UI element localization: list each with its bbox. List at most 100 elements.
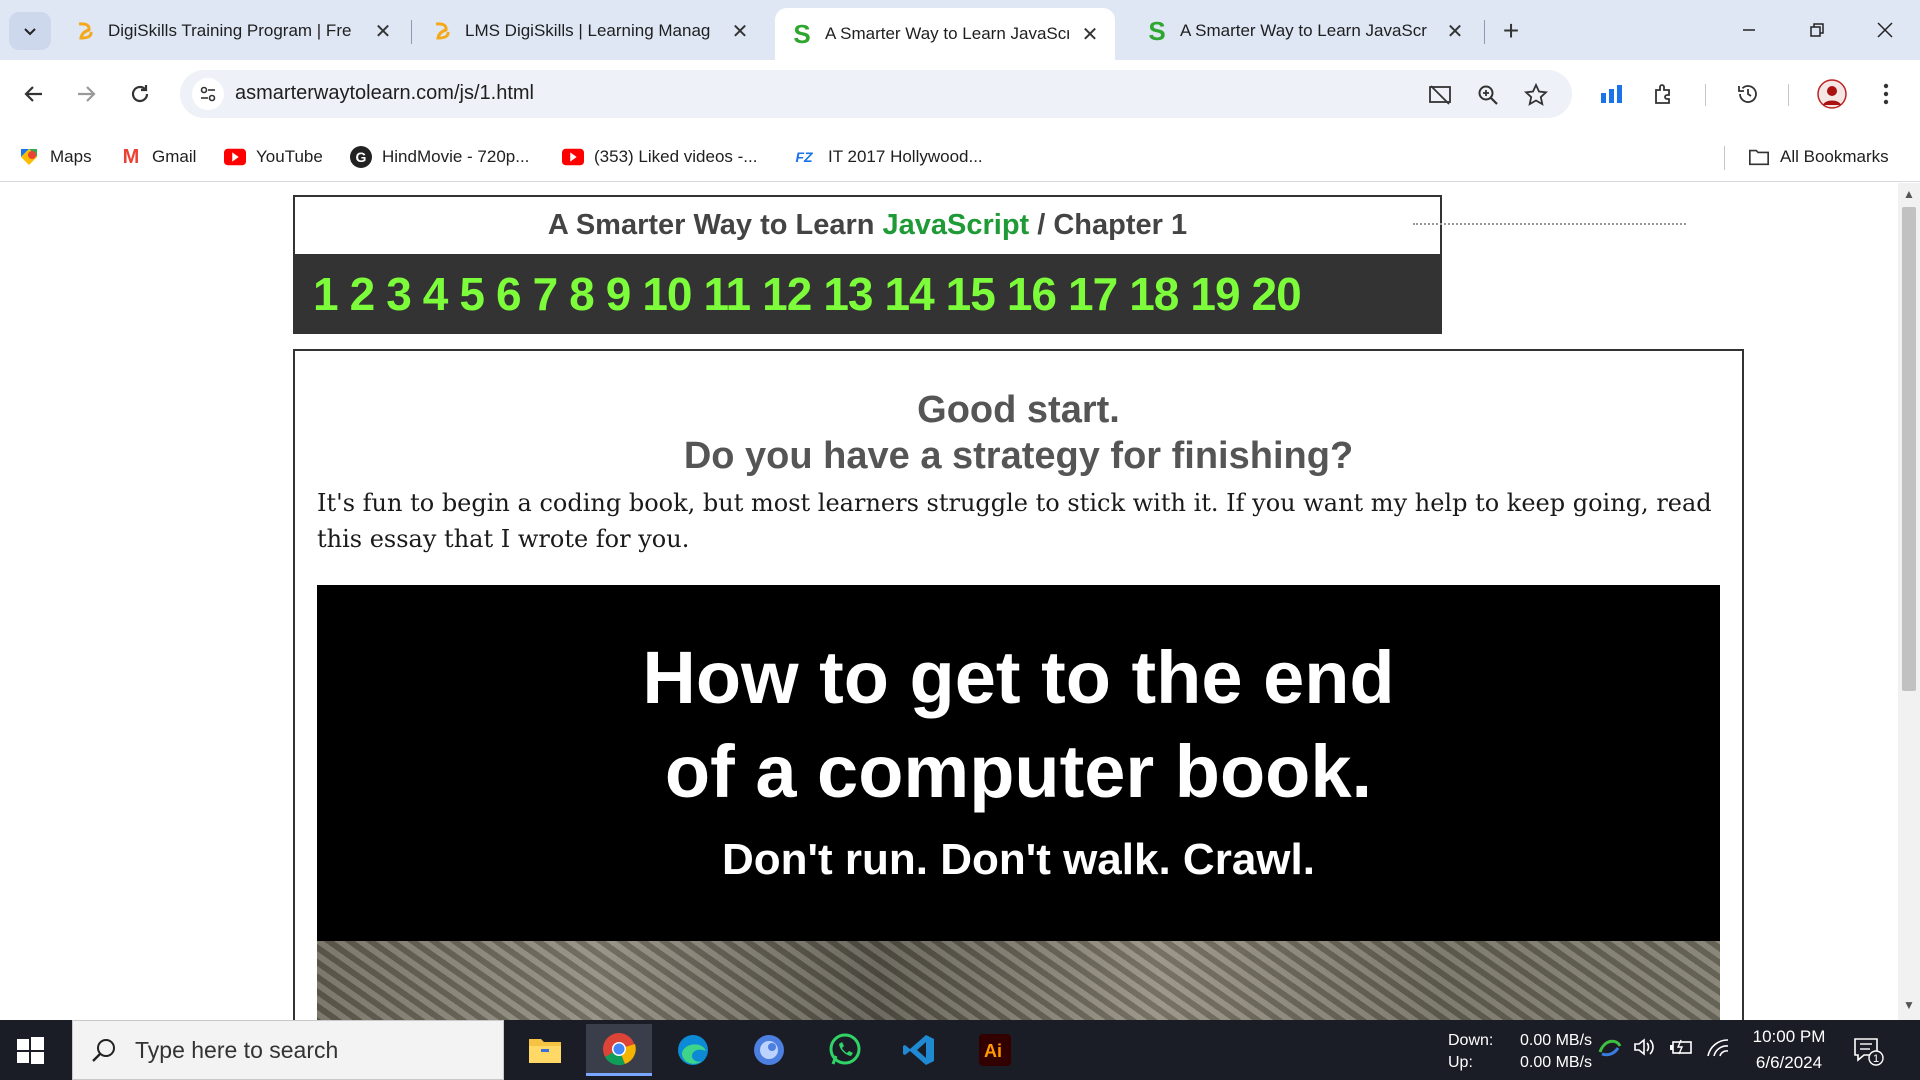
tab-search-button[interactable]	[9, 12, 51, 50]
minimize-button[interactable]	[1726, 12, 1772, 48]
close-icon[interactable]: ✕	[729, 20, 751, 43]
bookmark-gmail[interactable]: M Gmail	[120, 140, 197, 174]
forward-button[interactable]	[66, 74, 106, 114]
zoom-icon[interactable]	[1473, 80, 1503, 110]
network-speed-labels: Down: Up:	[1448, 1030, 1493, 1074]
all-bookmarks-button[interactable]: All Bookmarks	[1748, 140, 1889, 174]
tab-divider	[1484, 20, 1485, 44]
toolbar-divider	[1788, 84, 1789, 106]
taskbar-whatsapp[interactable]	[812, 1024, 878, 1076]
bookmark-liked-videos[interactable]: (353) Liked videos -...	[562, 140, 757, 174]
chapter-link-20[interactable]: 20	[1252, 267, 1302, 321]
bookmark-youtube[interactable]: YouTube	[224, 140, 323, 174]
battery-icon[interactable]	[1668, 1036, 1694, 1064]
address-bar[interactable]: asmarterwaytolearn.com/js/1.html	[180, 70, 1572, 118]
menu-kebab-icon[interactable]	[1868, 76, 1904, 112]
notification-center-button[interactable]: 1	[1852, 1034, 1884, 1066]
bookmark-hindmovie[interactable]: G HindMovie - 720p...	[350, 140, 529, 174]
chapter-link-10[interactable]: 10	[642, 267, 692, 321]
chapter-link-14[interactable]: 14	[885, 267, 935, 321]
bookmark-star-icon[interactable]	[1521, 80, 1551, 110]
content-box: Good start. Do you have a strategy for f…	[293, 349, 1744, 1020]
fz-icon: FZ	[795, 149, 813, 165]
reload-button[interactable]	[120, 74, 160, 114]
tab-label: A Smarter Way to Learn JavaScr	[825, 24, 1069, 43]
essay-banner-image[interactable]: How to get to the end of a computer book…	[317, 585, 1720, 1020]
tab-divider	[411, 20, 412, 44]
restore-button[interactable]	[1794, 12, 1840, 48]
smarter-way-s-icon: S	[1148, 15, 1166, 46]
folder-icon	[1748, 146, 1770, 168]
taskbar-vscode[interactable]	[886, 1024, 952, 1076]
scroll-thumb[interactable]	[1902, 207, 1916, 691]
taskbar-file-explorer[interactable]	[512, 1024, 578, 1076]
close-icon[interactable]: ✕	[372, 20, 394, 43]
tab-lms-digiskills[interactable]: LMS DigiSkills | Learning Manag ✕	[415, 8, 765, 54]
extension-chart-icon[interactable]	[1594, 76, 1630, 112]
chapter-link-5[interactable]: 5	[459, 267, 485, 321]
history-icon[interactable]	[1730, 76, 1766, 112]
chapter-link-8[interactable]: 8	[569, 267, 595, 321]
chapter-link-19[interactable]: 19	[1190, 267, 1240, 321]
close-icon[interactable]: ✕	[1444, 20, 1466, 43]
close-icon[interactable]: ✕	[1079, 23, 1101, 46]
cast-off-icon[interactable]	[1425, 80, 1455, 110]
chapter-link-11[interactable]: 11	[704, 267, 752, 321]
chapter-link-3[interactable]: 3	[386, 267, 412, 321]
chapter-link-2[interactable]: 2	[350, 267, 376, 321]
maps-icon	[18, 146, 40, 168]
chapter-link-6[interactable]: 6	[496, 267, 522, 321]
chapter-link-18[interactable]: 18	[1129, 267, 1179, 321]
browser-globe-icon	[754, 1035, 784, 1065]
chapter-link-15[interactable]: 15	[946, 267, 996, 321]
smarter-way-s-icon: S	[793, 18, 811, 49]
volume-icon[interactable]	[1632, 1036, 1656, 1064]
windows-start-button[interactable]	[14, 1034, 46, 1066]
chapter-link-4[interactable]: 4	[423, 267, 449, 321]
scroll-down-arrow-icon[interactable]: ▼	[1903, 998, 1915, 1012]
tab-smarter-way-active[interactable]: S A Smarter Way to Learn JavaScr ✕	[775, 8, 1115, 60]
site-info-button[interactable]	[192, 78, 224, 110]
tab-digiskills-training[interactable]: DigiSkills Training Program | Fre ✕	[58, 8, 408, 54]
extensions-puzzle-icon[interactable]	[1646, 76, 1682, 112]
banner-subline: Don't run. Don't walk. Crawl.	[722, 835, 1315, 884]
chapter-link-9[interactable]: 9	[606, 267, 632, 321]
chapter-link-16[interactable]: 16	[1007, 267, 1057, 321]
bookmark-it-hollywood[interactable]: FZ IT 2017 Hollywood...	[790, 140, 982, 174]
taskbar-chrome[interactable]	[586, 1024, 652, 1076]
profile-avatar[interactable]	[1814, 76, 1850, 112]
new-tab-button[interactable]: +	[1494, 14, 1528, 48]
system-clock[interactable]: 10:00 PM 6/6/2024	[1744, 1024, 1834, 1076]
heading-line-2: Do you have a strategy for finishing?	[683, 435, 1354, 477]
close-window-button[interactable]	[1862, 12, 1908, 48]
reload-icon	[131, 85, 149, 103]
tray-app-icon[interactable]	[1598, 1036, 1622, 1064]
wifi-icon[interactable]	[1706, 1036, 1730, 1064]
chapter-link-13[interactable]: 13	[823, 267, 873, 321]
illustrator-icon: Ai	[979, 1034, 1011, 1066]
youtube-icon	[562, 146, 584, 168]
chapter-link-7[interactable]: 7	[533, 267, 559, 321]
tab-strip: DigiSkills Training Program | Fre ✕ LMS …	[0, 0, 1920, 60]
url-text[interactable]: asmarterwaytolearn.com/js/1.html	[235, 82, 534, 105]
chapter-link-12[interactable]: 12	[762, 267, 812, 321]
taskbar-app-blue[interactable]	[736, 1024, 802, 1076]
back-button[interactable]	[14, 74, 54, 114]
banner-headline: How to get to the end of a computer book…	[317, 631, 1720, 819]
book-title: A Smarter Way to Learn JavaScript / Chap…	[293, 195, 1442, 254]
taskbar-illustrator[interactable]: Ai	[962, 1024, 1028, 1076]
chrome-icon	[603, 1032, 636, 1065]
taskbar-search[interactable]: Type here to search	[72, 1020, 504, 1080]
net-up-value: 0.00 MB/s	[1520, 1054, 1593, 1071]
chapter-link-1[interactable]: 1	[313, 267, 339, 321]
tab-label: A Smarter Way to Learn JavaScr	[1180, 21, 1427, 40]
scroll-up-arrow-icon[interactable]: ▲	[1903, 187, 1915, 201]
chapter-link-17[interactable]: 17	[1068, 267, 1118, 321]
whatsapp-icon	[829, 1033, 861, 1065]
hindmovie-icon: G	[350, 146, 372, 168]
close-icon	[1877, 22, 1893, 38]
tab-smarter-way[interactable]: S A Smarter Way to Learn JavaScr ✕	[1130, 8, 1480, 54]
page-scrollbar[interactable]: ▲ ▼	[1898, 183, 1920, 1020]
bookmark-maps[interactable]: Maps	[18, 140, 92, 174]
taskbar-edge[interactable]	[660, 1024, 726, 1076]
